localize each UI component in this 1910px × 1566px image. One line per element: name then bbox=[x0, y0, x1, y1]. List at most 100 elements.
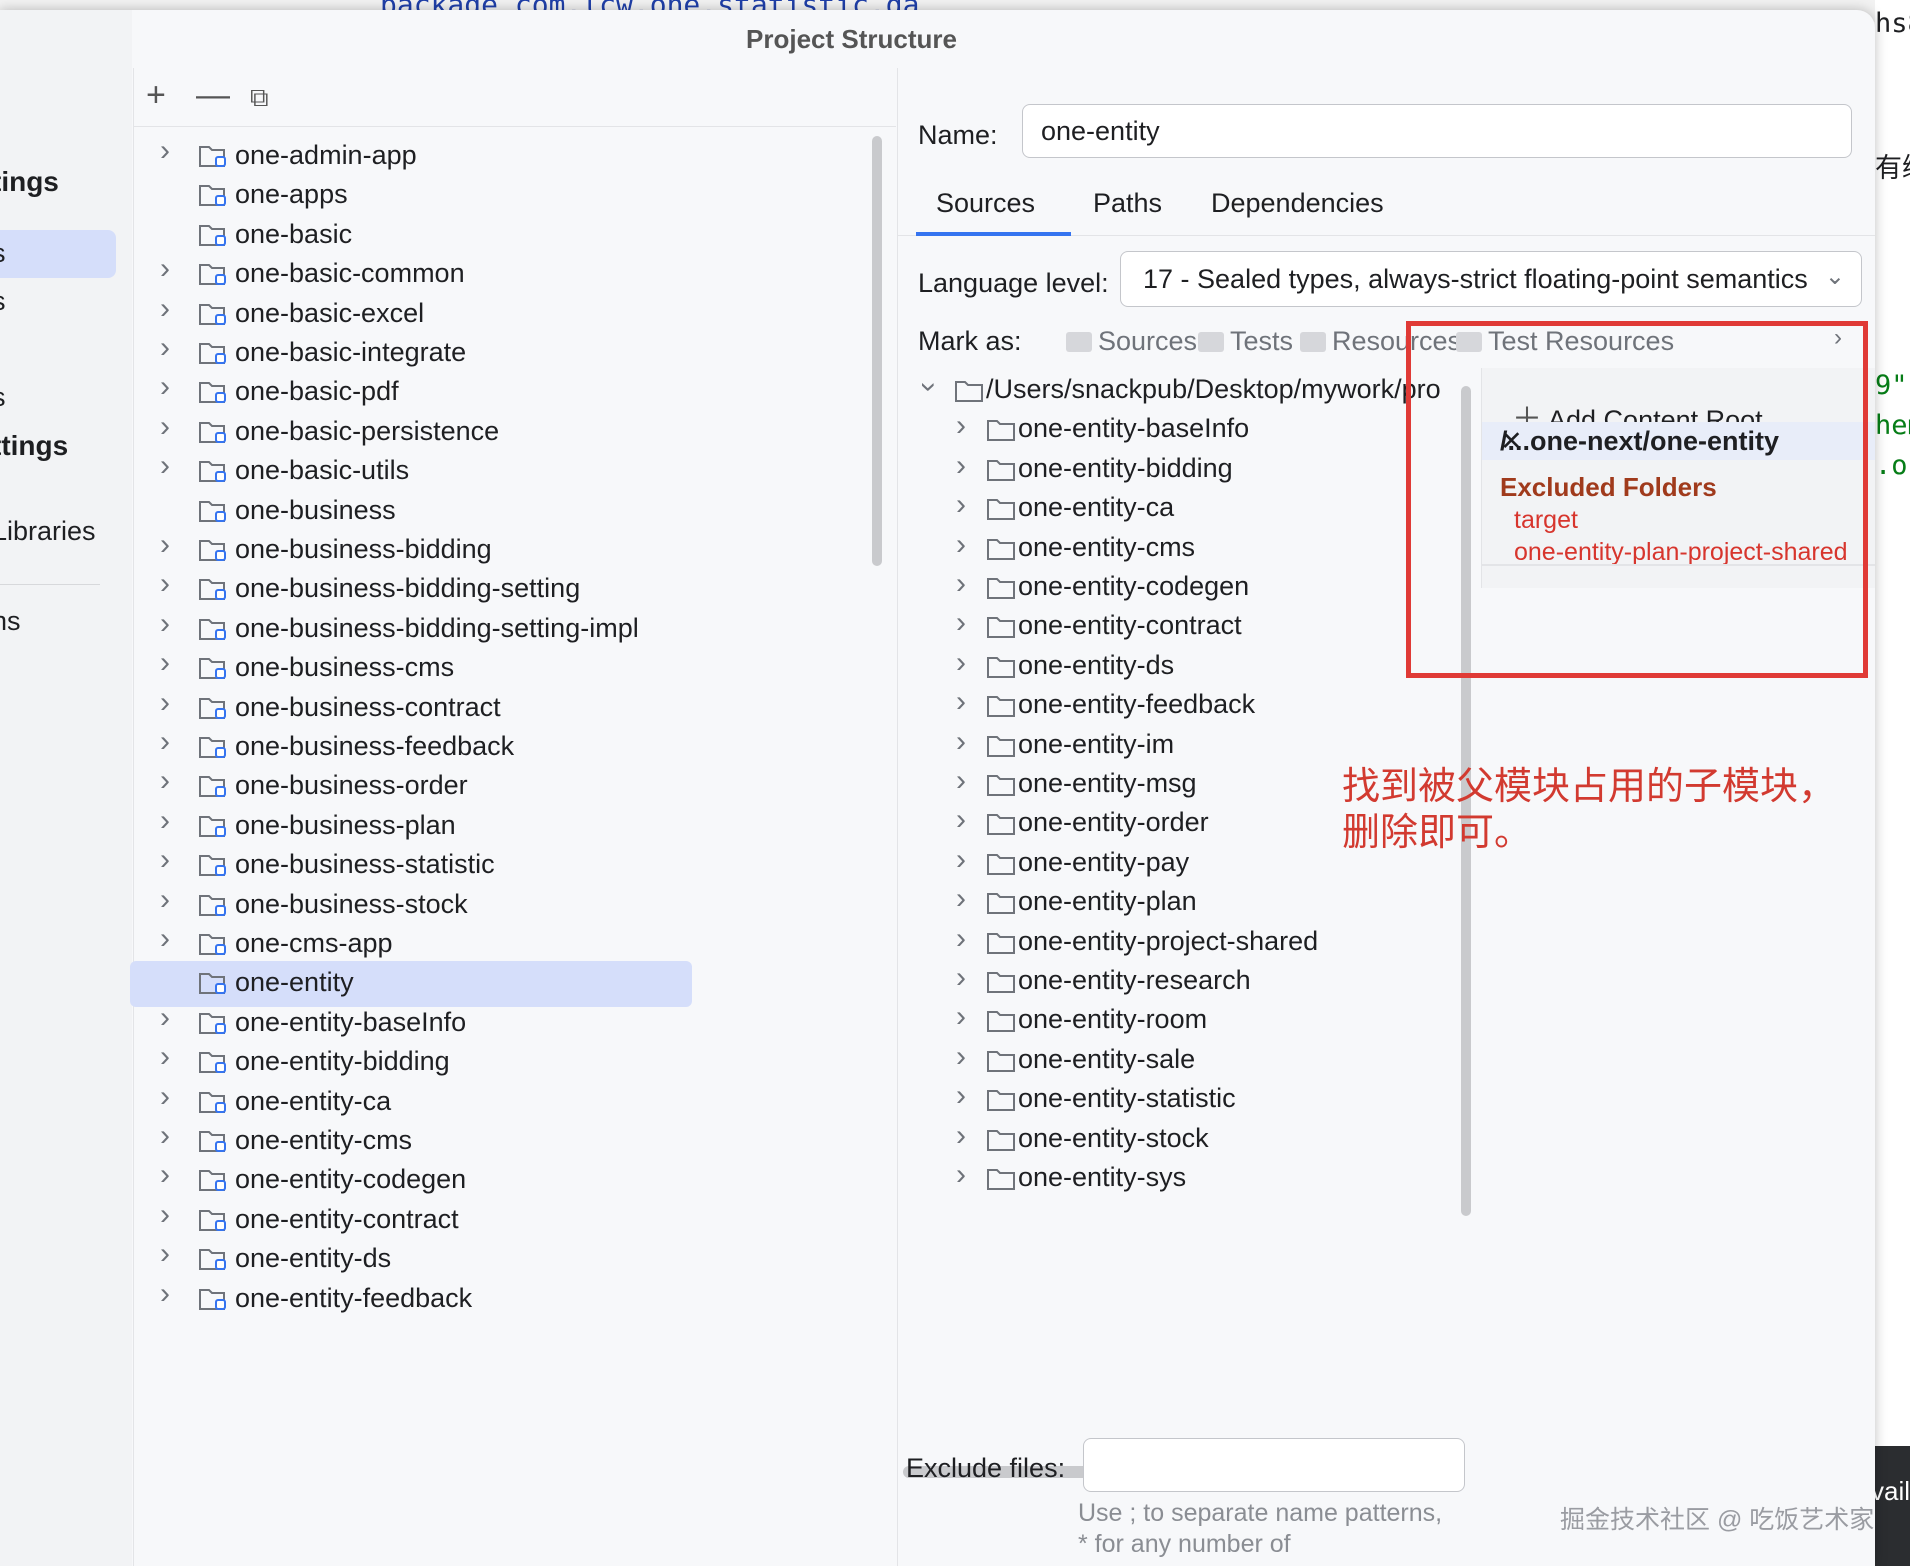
active-tab-indicator bbox=[916, 232, 1071, 236]
chevron-right-icon[interactable]: › bbox=[160, 449, 170, 483]
module-label: one-entity-ca bbox=[235, 1085, 392, 1116]
chevron-right-icon[interactable]: › bbox=[160, 1277, 170, 1311]
sidebar-heading-platform-settings: ttings bbox=[0, 430, 69, 461]
chevron-right-icon[interactable]: › bbox=[160, 528, 170, 562]
chevron-right-icon[interactable]: › bbox=[160, 686, 170, 720]
module-label: one-entity-baseInfo bbox=[235, 1006, 467, 1037]
chevron-right-icon[interactable]: › bbox=[956, 1119, 966, 1153]
tab-sources[interactable]: Sources bbox=[936, 188, 1035, 219]
chevron-right-icon[interactable]: › bbox=[956, 567, 966, 601]
content-folder-row[interactable]: › one-entity-sys bbox=[898, 1156, 1473, 1202]
chevron-right-icon[interactable]: › bbox=[956, 1079, 966, 1113]
chevron-right-icon[interactable]: › bbox=[956, 725, 966, 759]
chevron-right-icon[interactable]: › bbox=[956, 646, 966, 680]
chevron-right-icon[interactable]: › bbox=[956, 528, 966, 562]
module-folder-icon bbox=[198, 1088, 228, 1121]
chevron-right-icon[interactable]: › bbox=[956, 1158, 966, 1192]
chevron-right-icon[interactable]: › bbox=[160, 1119, 170, 1153]
chevron-right-icon[interactable]: › bbox=[956, 882, 966, 916]
chevron-right-icon[interactable]: › bbox=[956, 922, 966, 956]
module-folder-icon bbox=[198, 221, 228, 254]
chevron-right-icon[interactable]: › bbox=[160, 883, 170, 917]
folder-icon bbox=[986, 1008, 1016, 1039]
chevron-right-icon[interactable]: › bbox=[956, 803, 966, 837]
mark-as-tests-button[interactable]: Tests bbox=[1198, 326, 1293, 357]
chevron-right-icon[interactable]: › bbox=[956, 764, 966, 798]
chevron-right-icon[interactable]: › bbox=[956, 449, 966, 483]
chevron-right-icon[interactable]: › bbox=[956, 685, 966, 719]
module-label: one-entity-bidding bbox=[235, 1046, 450, 1077]
module-folder-icon bbox=[198, 1245, 228, 1278]
chevron-right-icon[interactable]: › bbox=[160, 922, 170, 956]
sidebar-item-artifacts[interactable]: s bbox=[0, 382, 6, 413]
content-folder-label: one-entity-room bbox=[1018, 1004, 1208, 1035]
folder-icon bbox=[954, 378, 984, 409]
annotation-line: 找到被父模块占用的子模块， bbox=[1342, 766, 1837, 808]
chevron-right-icon[interactable]: › bbox=[160, 331, 170, 365]
content-folder-label: one-entity-baseInfo bbox=[1018, 413, 1250, 444]
sidebar-selection bbox=[0, 230, 116, 278]
content-root-tree: › /Users/snackpub/Desktop/mywork/pro › one-… bbox=[898, 368, 1473, 1478]
add-module-button[interactable]: + bbox=[146, 76, 166, 115]
content-folder-label: one-entity-ca bbox=[1018, 492, 1175, 523]
chevron-right-icon[interactable]: › bbox=[160, 1001, 170, 1035]
chevron-right-icon[interactable]: › bbox=[956, 409, 966, 443]
chevron-right-icon[interactable]: › bbox=[160, 292, 170, 326]
chevron-right-icon[interactable]: › bbox=[160, 370, 170, 404]
chevron-down-icon[interactable]: › bbox=[912, 382, 946, 392]
sidebar-item-problems[interactable]: ns bbox=[0, 606, 21, 637]
chevron-right-icon[interactable]: › bbox=[160, 410, 170, 444]
folder-icon bbox=[986, 614, 1016, 645]
chevron-right-icon[interactable]: › bbox=[956, 961, 966, 995]
chevron-right-icon[interactable]: › bbox=[160, 804, 170, 838]
chevron-right-icon[interactable]: › bbox=[160, 1080, 170, 1114]
chevron-right-icon[interactable]: › bbox=[956, 1040, 966, 1074]
remove-module-button[interactable]: — bbox=[196, 76, 230, 115]
module-folder-icon bbox=[198, 851, 228, 884]
chevron-right-icon[interactable]: › bbox=[956, 843, 966, 877]
chevron-right-icon[interactable]: › bbox=[160, 252, 170, 286]
content-folder-label: one-entity-pay bbox=[1018, 846, 1190, 877]
folder-icon bbox=[986, 1127, 1016, 1158]
chevron-right-icon[interactable]: › bbox=[160, 1237, 170, 1271]
tab-dependencies[interactable]: Dependencies bbox=[1211, 188, 1384, 219]
chevron-right-icon[interactable]: › bbox=[160, 843, 170, 877]
mark-as-sources-button[interactable]: Sources bbox=[1066, 326, 1197, 357]
module-name-input[interactable]: one-entity bbox=[1022, 104, 1852, 158]
module-list-scrollbar[interactable] bbox=[872, 136, 882, 566]
chevron-right-icon[interactable]: › bbox=[956, 488, 966, 522]
chevron-right-icon[interactable]: › bbox=[160, 1158, 170, 1192]
chevron-right-icon[interactable]: › bbox=[160, 646, 170, 680]
sidebar-item-global-libraries[interactable]: Libraries bbox=[0, 516, 96, 547]
folder-icon bbox=[986, 930, 1016, 961]
module-folder-icon bbox=[198, 733, 228, 766]
mark-as-tests-label: Tests bbox=[1230, 326, 1294, 356]
folder-icon bbox=[986, 457, 1016, 488]
folder-icon bbox=[986, 693, 1016, 724]
exclude-files-label: Exclude files: bbox=[906, 1453, 1066, 1483]
folder-icon bbox=[986, 496, 1016, 527]
module-label: one-business-order bbox=[235, 770, 468, 801]
sidebar-item-libraries-short[interactable]: s bbox=[0, 286, 6, 317]
module-row[interactable]: › one-entity-feedback bbox=[130, 1277, 692, 1323]
chevron-right-icon[interactable]: › bbox=[160, 607, 170, 641]
module-label: one-entity-contract bbox=[235, 1203, 459, 1234]
copy-module-button[interactable]: ⧉ bbox=[250, 82, 269, 114]
exclude-files-input[interactable] bbox=[1083, 1438, 1465, 1492]
language-level-select[interactable]: 17 - Sealed types, always-strict floatin… bbox=[1120, 251, 1862, 307]
module-label: one-basic-pdf bbox=[235, 376, 399, 407]
chevron-right-icon[interactable]: › bbox=[160, 764, 170, 798]
chevron-right-icon[interactable]: › bbox=[160, 134, 170, 168]
tab-paths[interactable]: Paths bbox=[1093, 188, 1162, 219]
background-dark-popup: vail bbox=[1871, 1446, 1910, 1566]
chevron-right-icon[interactable]: › bbox=[160, 567, 170, 601]
module-label: one-business-stock bbox=[235, 888, 468, 919]
chevron-right-icon[interactable]: › bbox=[160, 725, 170, 759]
module-folder-icon bbox=[198, 969, 228, 1002]
chevron-right-icon[interactable]: › bbox=[160, 1198, 170, 1232]
chevron-right-icon[interactable]: › bbox=[160, 1040, 170, 1074]
folder-icon bbox=[986, 733, 1016, 764]
chevron-right-icon[interactable]: › bbox=[956, 606, 966, 640]
chevron-right-icon[interactable]: › bbox=[956, 1000, 966, 1034]
sidebar-item-modules[interactable]: s bbox=[0, 238, 6, 269]
